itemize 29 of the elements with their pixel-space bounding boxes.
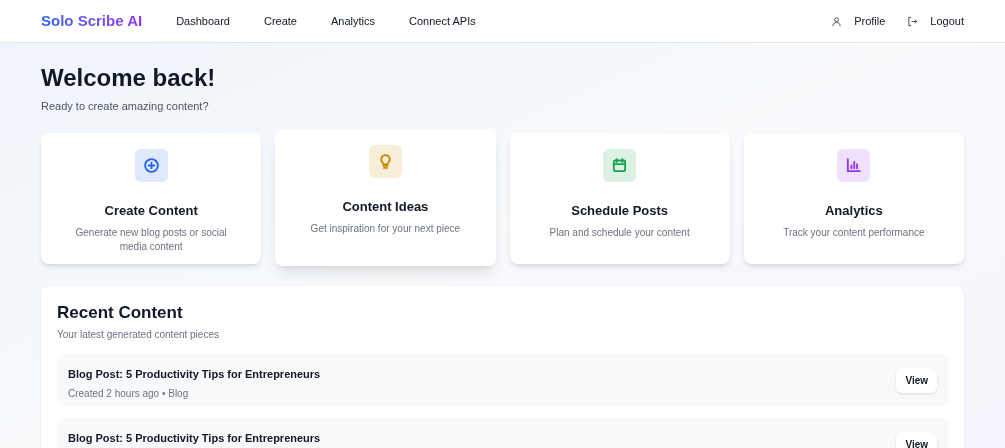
view-button[interactable]: View xyxy=(896,368,937,393)
nav-link[interactable]: Dashboard xyxy=(176,12,230,30)
card-title: Analytics xyxy=(824,201,883,220)
action-card[interactable]: Create Content Generate new blog posts or social media content xyxy=(41,132,262,264)
card-description: Track your content performance xyxy=(783,226,925,240)
action-card[interactable]: Content Ideas Get inspiration for your next piece xyxy=(275,128,496,266)
page-title: Welcome back! xyxy=(41,63,217,93)
card-description: Generate new blog posts or social media content xyxy=(74,226,228,254)
nav-link[interactable]: Create xyxy=(263,12,297,30)
card-description: Get inspiration for your next piece xyxy=(310,222,461,236)
card-title: Create Content xyxy=(104,201,198,220)
section-title: Recent Content xyxy=(57,301,184,324)
section-subtitle: Your latest generated content pieces xyxy=(57,328,220,342)
page-subtitle: Ready to create amazing content? xyxy=(41,99,210,114)
logout-icon xyxy=(907,15,919,27)
item-title: Blog Post: 5 Productivity Tips for Entrepreneurs xyxy=(68,431,321,446)
user-icon xyxy=(831,15,843,27)
nav-link[interactable]: Analytics xyxy=(331,12,376,30)
nav-link[interactable]: Profile xyxy=(854,12,886,30)
card-title: Schedule Posts xyxy=(571,201,669,220)
item-meta: Created 2 hours ago • Blog xyxy=(68,386,190,401)
view-button[interactable]: View xyxy=(896,432,937,448)
action-card[interactable]: Analytics Track your content performance xyxy=(743,132,964,264)
card-title: Content Ideas xyxy=(342,197,429,216)
action-card[interactable]: Schedule Posts Plan and schedule your content xyxy=(509,132,730,264)
nav-link[interactable]: Logout xyxy=(930,12,964,30)
item-title: Blog Post: 5 Productivity Tips for Entrepreneurs xyxy=(68,367,321,382)
card-description: Plan and schedule your content xyxy=(549,226,690,240)
nav-link[interactable]: Connect APIs xyxy=(409,12,476,30)
